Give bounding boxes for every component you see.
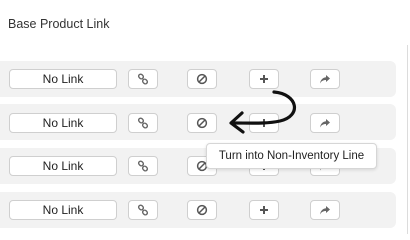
link-icon (137, 204, 149, 216)
share-arrow-icon (320, 205, 330, 214)
link-button[interactable] (128, 200, 158, 220)
share-arrow-icon (320, 118, 330, 127)
add-button[interactable] (249, 113, 279, 133)
no-link-button[interactable]: No Link (9, 200, 117, 220)
product-row: No Link (0, 192, 396, 228)
ban-icon (196, 204, 208, 216)
ban-icon (196, 117, 208, 129)
link-icon (137, 73, 149, 85)
no-link-button[interactable]: No Link (9, 156, 117, 176)
panel-divider (407, 45, 408, 234)
product-row: No Link (0, 104, 396, 140)
share-button[interactable] (310, 200, 340, 220)
no-link-button[interactable]: No Link (9, 113, 117, 133)
no-link-button[interactable]: No Link (9, 69, 117, 89)
share-arrow-icon (320, 74, 330, 83)
link-button[interactable] (128, 113, 158, 133)
non-inventory-button[interactable] (187, 69, 217, 89)
add-button[interactable] (249, 200, 279, 220)
link-button[interactable] (128, 69, 158, 89)
link-icon (137, 160, 149, 172)
tooltip: Turn into Non-Inventory Line (206, 143, 377, 169)
ban-icon (196, 73, 208, 85)
plus-icon (260, 119, 268, 127)
link-icon (137, 117, 149, 129)
non-inventory-button[interactable] (187, 200, 217, 220)
share-button[interactable] (310, 69, 340, 89)
add-button[interactable] (249, 69, 279, 89)
non-inventory-button[interactable] (187, 113, 217, 133)
link-button[interactable] (128, 156, 158, 176)
share-button[interactable] (310, 113, 340, 133)
section-title: Base Product Link (8, 17, 110, 31)
plus-icon (260, 75, 268, 83)
plus-icon (260, 206, 268, 214)
product-row: No Link (0, 61, 396, 97)
